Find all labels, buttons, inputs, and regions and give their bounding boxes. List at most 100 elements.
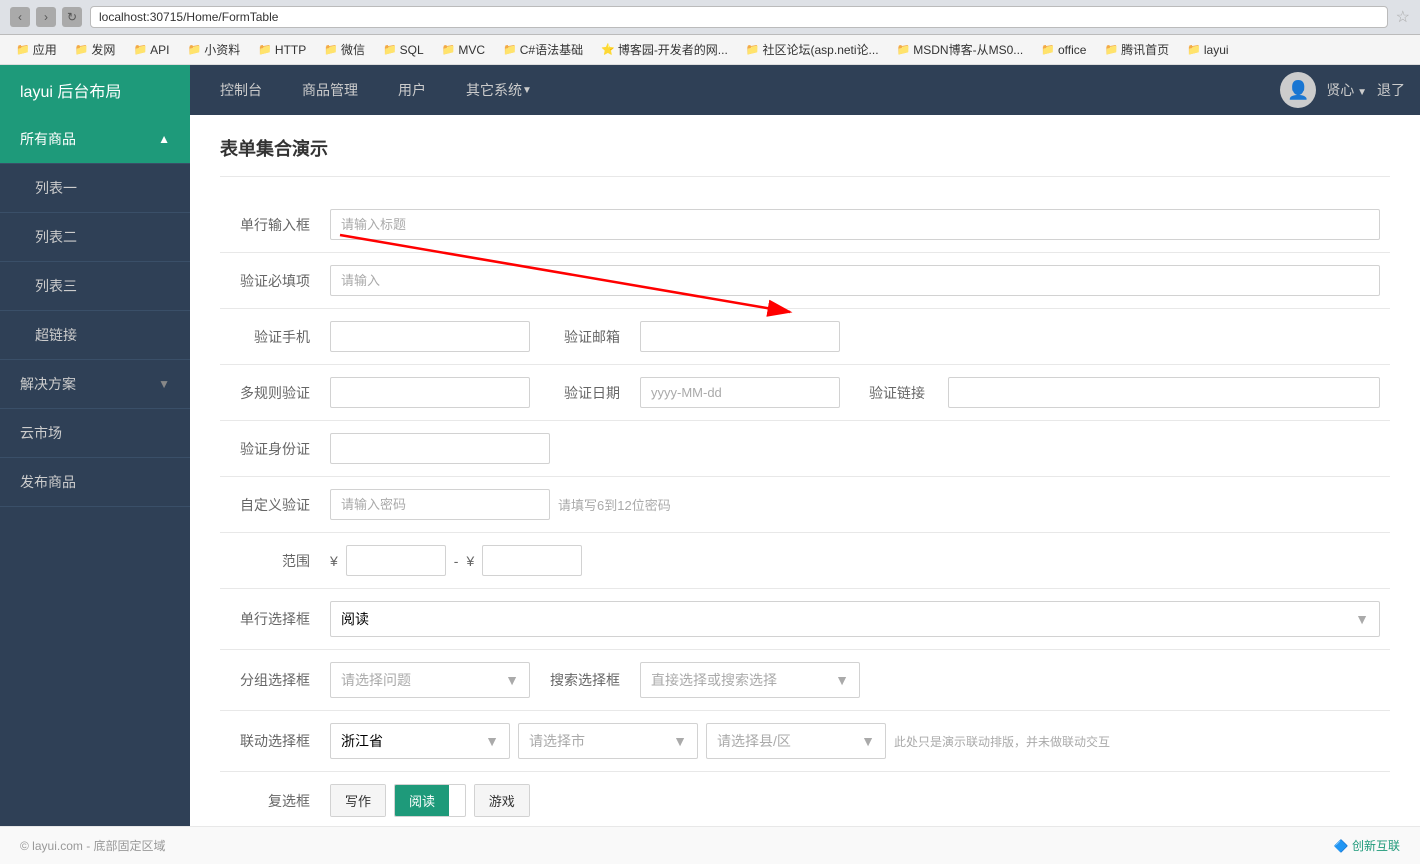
bookmark-tencent[interactable]: 腾讯首页 bbox=[1096, 39, 1177, 60]
search-select-placeholder: 直接选择或搜索选择 bbox=[651, 670, 777, 690]
sidebar-item-label: 列表一 bbox=[35, 178, 77, 198]
nav-right: 👤 贤心 退了 bbox=[1265, 72, 1420, 108]
cell-range: ¥ - ¥ bbox=[320, 533, 1390, 589]
group-select-control[interactable]: 请选择问题 ▼ bbox=[330, 662, 530, 698]
district-select[interactable]: 请选择县/区 ▼ bbox=[706, 723, 886, 759]
sidebar-item-list2[interactable]: 列表二 bbox=[0, 213, 190, 262]
cell-phone bbox=[320, 309, 540, 365]
nav-item-products[interactable]: 商品管理 bbox=[282, 65, 378, 115]
label-multi-validate: 多规则验证 bbox=[220, 365, 320, 421]
bookmark-shequ[interactable]: 社区论坛(asp.neti论... bbox=[738, 39, 887, 60]
custom-input-group: 请填写6到12位密码 bbox=[330, 489, 1380, 520]
form-content-wrapper: 单行输入框 验证必填项 验证手机 bbox=[220, 197, 1390, 826]
bookmark-sql[interactable]: SQL bbox=[375, 41, 432, 59]
label-custom: 自定义验证 bbox=[220, 477, 320, 533]
bookmark-msdn[interactable]: MSDN博客-从MS0... bbox=[889, 39, 1032, 60]
bookmark-api[interactable]: API bbox=[125, 41, 177, 59]
footer: © layui.com - 底部固定区域 🔷 创新互联 bbox=[0, 826, 1420, 864]
phone-input-field[interactable] bbox=[330, 321, 530, 352]
address-bar[interactable] bbox=[90, 6, 1388, 28]
city-arrow-icon: ▼ bbox=[673, 733, 687, 749]
nav-item-users[interactable]: 用户 bbox=[378, 65, 446, 115]
form-table: 单行输入框 验证必填项 验证手机 bbox=[220, 197, 1390, 826]
bookmark-weixin[interactable]: 微信 bbox=[316, 39, 373, 60]
bookmarks-bar: 应用 发网 API 小资料 HTTP 微信 SQL MVC C#语法基础 博客园… bbox=[0, 35, 1420, 65]
sidebar-item-publish[interactable]: 发布商品 bbox=[0, 458, 190, 507]
bookmark-apps[interactable]: 应用 bbox=[8, 39, 65, 60]
back-button[interactable]: ‹ bbox=[10, 7, 30, 27]
label-required: 验证必填项 bbox=[220, 253, 320, 309]
cell-linked-select: 浙江省 ▼ 请选择市 ▼ 请选择县/区 ▼ bbox=[320, 711, 1390, 772]
page-title: 表单集合演示 bbox=[220, 135, 1390, 177]
checkbox-game[interactable]: 游戏 bbox=[474, 784, 530, 817]
checkbox-read[interactable]: 阅读 ✓ bbox=[394, 784, 466, 817]
browser-controls: ‹ › ↻ bbox=[10, 7, 82, 27]
sidebar-item-label: 解决方案 bbox=[20, 374, 76, 394]
id-input-field[interactable] bbox=[330, 433, 550, 464]
search-select-control[interactable]: 直接选择或搜索选择 ▼ bbox=[640, 662, 860, 698]
label-single-select: 单行选择框 bbox=[220, 589, 320, 650]
custom-password-field[interactable] bbox=[330, 489, 550, 520]
multi-validate-field[interactable] bbox=[330, 377, 530, 408]
link-input-field[interactable] bbox=[948, 377, 1380, 408]
checkbox-write[interactable]: 写作 bbox=[330, 784, 386, 817]
dropdown-arrow-icon: ▼ bbox=[1355, 611, 1369, 627]
sidebar-item-list3[interactable]: 列表三 bbox=[0, 262, 190, 311]
footer-logo: 🔷 创新互联 bbox=[1334, 837, 1400, 854]
bookmark-csharp[interactable]: C#语法基础 bbox=[495, 39, 591, 60]
brand-text: layui 后台布局 bbox=[20, 78, 121, 102]
group-select-arrow-icon: ▼ bbox=[505, 672, 519, 688]
province-select[interactable]: 浙江省 ▼ bbox=[330, 723, 510, 759]
sidebar-item-market[interactable]: 云市场 bbox=[0, 409, 190, 458]
province-arrow-icon: ▼ bbox=[485, 733, 499, 749]
city-select[interactable]: 请选择市 ▼ bbox=[518, 723, 698, 759]
checkbox-group: 写作 阅读 ✓ 游戏 bbox=[330, 784, 1380, 817]
bookmark-bokeyuan[interactable]: 博客园-开发者的网... bbox=[593, 39, 736, 60]
row-checkbox: 复选框 写作 阅读 ✓ 游戏 bbox=[220, 772, 1390, 827]
linked-select-group: 浙江省 ▼ 请选择市 ▼ 请选择县/区 ▼ bbox=[330, 723, 1380, 759]
range-symbol-left: ¥ bbox=[330, 553, 338, 569]
label-email: 验证邮箱 bbox=[540, 309, 630, 365]
bookmark-xiaoziliao[interactable]: 小资料 bbox=[179, 39, 248, 60]
sidebar-item-all-products[interactable]: 所有商品 ▲ bbox=[0, 115, 190, 164]
sidebar-item-link[interactable]: 超链接 bbox=[0, 311, 190, 360]
content-area: 表单集合演示 单行输入框 bbox=[190, 115, 1420, 826]
nav-username[interactable]: 贤心 bbox=[1326, 80, 1367, 100]
range-max-field[interactable] bbox=[482, 545, 582, 576]
bookmark-layui[interactable]: layui bbox=[1179, 41, 1236, 59]
label-checkbox: 复选框 bbox=[220, 772, 320, 827]
range-min-field[interactable] bbox=[346, 545, 446, 576]
single-input-field[interactable] bbox=[330, 209, 1380, 240]
bookmark-http[interactable]: HTTP bbox=[250, 41, 314, 59]
cell-checkbox: 写作 阅读 ✓ 游戏 bbox=[320, 772, 1390, 827]
bookmark-star-icon[interactable]: ☆ bbox=[1396, 7, 1410, 27]
label-date: 验证日期 bbox=[540, 365, 630, 421]
forward-button[interactable]: › bbox=[36, 7, 56, 27]
cell-id bbox=[320, 421, 1390, 477]
sidebar: 所有商品 ▲ 列表一 列表二 列表三 超链接 解决方案 ▼ 云市场 bbox=[0, 115, 190, 826]
email-input-field[interactable] bbox=[640, 321, 840, 352]
refresh-button[interactable]: ↻ bbox=[62, 7, 82, 27]
bookmark-mvc[interactable]: MVC bbox=[434, 41, 493, 59]
cell-date bbox=[630, 365, 850, 421]
row-group-search-select: 分组选择框 请选择问题 ▼ 搜索选择框 直接选择或搜索选择 ▼ bbox=[220, 650, 1390, 711]
nav-item-dashboard[interactable]: 控制台 bbox=[200, 65, 282, 115]
bookmark-fawang[interactable]: 发网 bbox=[67, 39, 124, 60]
cell-link-group: 验证链接 bbox=[850, 365, 1390, 420]
sidebar-item-solution[interactable]: 解决方案 ▼ bbox=[0, 360, 190, 409]
sidebar-arrow-down-icon: ▼ bbox=[158, 377, 170, 391]
logo-icon: 🔷 bbox=[1334, 839, 1349, 853]
single-select-control[interactable]: 阅读 ▼ bbox=[330, 601, 1380, 637]
cell-single-select: 阅读 ▼ bbox=[320, 589, 1390, 650]
date-input-field[interactable] bbox=[640, 377, 840, 408]
row-id: 验证身份证 bbox=[220, 421, 1390, 477]
sidebar-item-list1[interactable]: 列表一 bbox=[0, 164, 190, 213]
row-custom: 自定义验证 请填写6到12位密码 bbox=[220, 477, 1390, 533]
browser-bar: ‹ › ↻ ☆ bbox=[0, 0, 1420, 35]
bookmark-office[interactable]: office bbox=[1033, 41, 1094, 59]
cell-multi-validate bbox=[320, 365, 540, 421]
cell-single-input bbox=[320, 197, 1390, 253]
nav-item-other[interactable]: 其它系统 bbox=[446, 65, 552, 115]
required-input-field[interactable] bbox=[330, 265, 1380, 296]
nav-logout-button[interactable]: 退了 bbox=[1377, 80, 1405, 100]
